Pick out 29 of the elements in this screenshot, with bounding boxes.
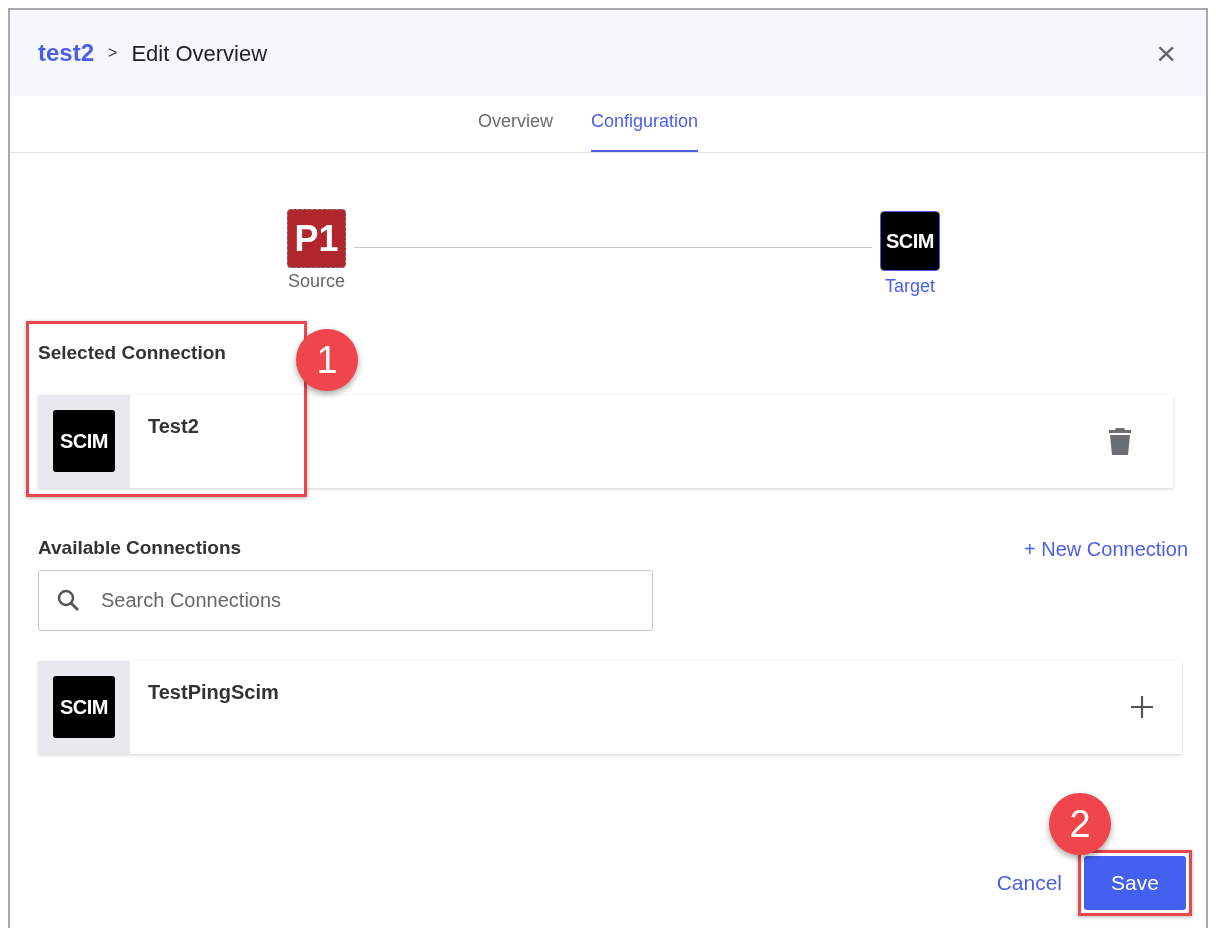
scim-logo: SCIM — [53, 410, 115, 472]
section-heading: Selected Connection — [38, 341, 226, 365]
save-button[interactable]: Save — [1084, 856, 1186, 910]
scim-logo: SCIM — [881, 212, 939, 270]
tab[interactable]: Overview — [477, 108, 553, 152]
connection-name: TestPingScim — [148, 679, 279, 705]
target-label: Target — [885, 277, 935, 295]
source-logo: P1 — [287, 209, 346, 268]
plus-icon — [1130, 695, 1154, 719]
close-button[interactable]: × — [1156, 36, 1176, 70]
dialog-title: Edit Overview — [131, 39, 268, 68]
scim-logo: SCIM — [53, 676, 115, 738]
search-icon — [56, 587, 80, 612]
callout-badge: 2 — [1049, 793, 1111, 855]
tab[interactable]: Configuration — [590, 108, 699, 152]
search-field[interactable]: Search Connections — [38, 569, 653, 631]
trash-icon — [1109, 427, 1131, 455]
breadcrumb-separator: > — [108, 43, 118, 63]
source-label: Source — [287, 272, 345, 290]
connection-name: Test2 — [148, 413, 199, 439]
connection-card[interactable]: SCIM TestPingScim — [38, 660, 1182, 754]
delete-button[interactable] — [1109, 427, 1131, 455]
breadcrumb-link[interactable]: test2 — [38, 35, 95, 71]
add-button[interactable] — [1130, 695, 1154, 719]
cancel-button[interactable]: Cancel — [996, 867, 1062, 899]
callout-badge: 1 — [296, 329, 358, 391]
new-connection-link[interactable]: + New Connection — [1024, 533, 1188, 564]
connection-card[interactable]: SCIM Test2 — [38, 394, 1173, 488]
section-heading: Available Connections — [38, 536, 242, 561]
